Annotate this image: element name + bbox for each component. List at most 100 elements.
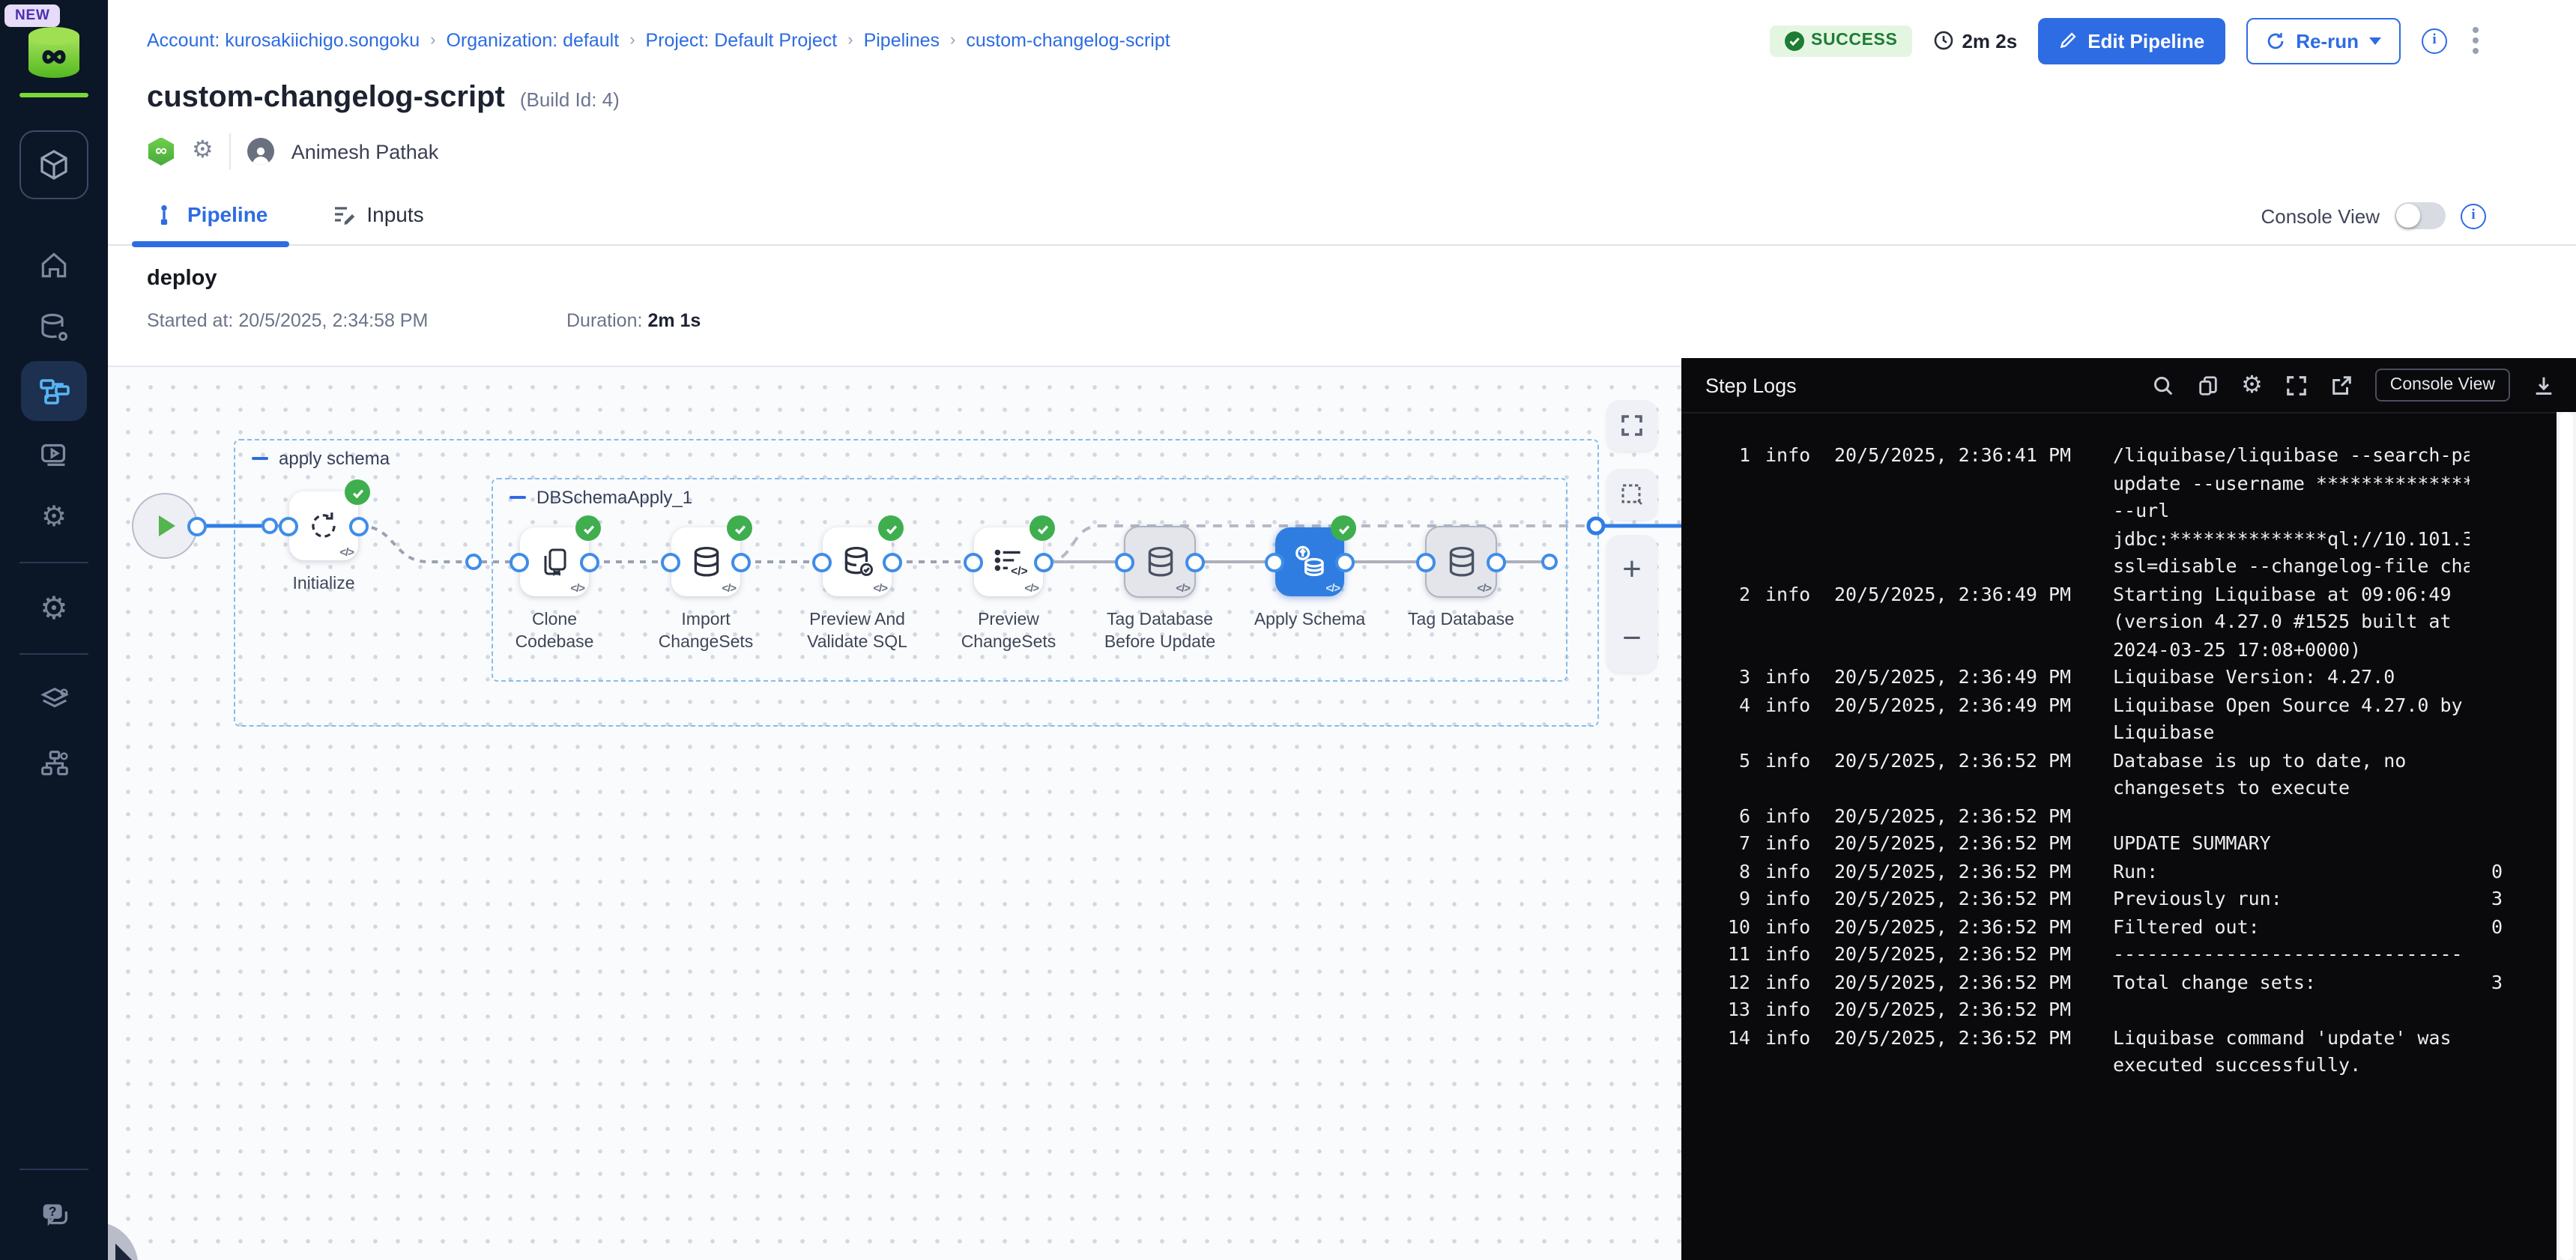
top-header: Account: kurosakiichigo.songoku › Organi… [108,0,2576,81]
play-icon [159,515,175,536]
connector-dot [883,553,902,572]
help-chat-icon[interactable]: ? [21,1185,87,1245]
search-icon[interactable] [2151,374,2174,396]
success-check-icon [575,515,601,541]
project-settings-gear-icon[interactable]: ⚙ [21,578,87,638]
log-line: 4info20/5/2025, 2:36:49 PMLiquibase Open… [1681,691,2557,747]
stage-info-bar: deploy Started at: 20/5/2025, 2:34:58 PM… [108,246,2576,366]
logs-scrollbar[interactable] [2557,412,2576,1260]
fullscreen-icon[interactable] [2285,374,2308,396]
log-line: 5info20/5/2025, 2:36:52 PMDatabase is up… [1681,747,2557,802]
pipeline-tab-icon [153,203,175,225]
marquee-select-button[interactable] [1606,469,1657,520]
log-line: 2info20/5/2025, 2:36:49 PMStarting Liqui… [1681,581,2557,664]
chevron-right-icon: › [847,31,853,49]
log-line: 14info20/5/2025, 2:36:52 PMLiquibase com… [1681,1024,2557,1079]
info-icon[interactable]: i [2422,28,2447,53]
connector-dot [1034,553,1053,572]
initialize-icon [304,506,343,545]
new-badge: NEW [4,4,61,27]
external-link-icon[interactable] [2330,374,2353,396]
canvas-corner-handle[interactable] [108,1221,147,1260]
duration-label: Duration: [566,310,642,331]
connector-dot [187,517,207,536]
refresh-icon [2266,31,2285,50]
breadcrumb-pipeline-name[interactable]: custom-changelog-script [966,30,1170,51]
chevron-down-icon [2369,37,2381,44]
connector-dot [1115,553,1134,572]
rerun-button[interactable]: Re-run [2246,17,2401,64]
pipeline-title-section: custom-changelog-script (Build Id: 4) ∞ … [108,81,2576,169]
log-line: 7info20/5/2025, 2:36:52 PMUPDATE SUMMARY [1681,830,2557,858]
log-line: 12info20/5/2025, 2:36:52 PMTotal change … [1681,969,2557,996]
log-line: 13info20/5/2025, 2:36:52 PM [1681,996,2557,1024]
connector-dot [731,553,751,572]
chevron-right-icon: › [430,31,435,49]
inputs-tab-icon [330,202,354,226]
pipeline-start-node[interactable] [132,493,198,559]
layers-settings-icon[interactable] [21,670,87,730]
pipeline-graph-canvas[interactable]: apply schema DBSchemaApply_1 [108,366,1681,1260]
step-node-tag-database-before-update[interactable]: </> [1124,526,1196,598]
zoom-out-button[interactable]: − [1622,622,1642,655]
more-options-menu[interactable] [2468,22,2483,58]
infrastructure-settings-icon[interactable] [21,733,87,793]
gear-icon[interactable]: ⚙ [192,139,214,163]
step-label: Tag Database [1389,610,1533,632]
database-settings-icon[interactable] [21,298,87,358]
download-icon[interactable] [2533,374,2555,396]
success-check-icon [727,515,752,541]
gear-icon[interactable]: ⚙ [2241,370,2263,400]
step-logs-body[interactable]: 1info20/5/2025, 2:36:41 PM/liquibase/liq… [1681,414,2576,1260]
clone-codebase-icon [536,544,572,580]
home-icon[interactable] [21,235,87,295]
log-line: 11info20/5/2025, 2:36:52 PM-------------… [1681,941,2557,969]
breadcrumb-pipelines[interactable]: Pipelines [864,30,940,51]
log-line: 3info20/5/2025, 2:36:49 PMLiquibase Vers… [1681,664,2557,691]
console-view-button[interactable]: Console View [2375,369,2510,402]
pipelines-nav-icon[interactable] [21,361,87,421]
module-cube-icon[interactable] [19,130,88,199]
zoom-in-button[interactable]: + [1622,553,1642,586]
breadcrumb-project[interactable]: Project: Default Project [646,30,838,51]
step-node-clone-codebase[interactable]: </> [520,527,589,596]
step-node-import-changesets[interactable]: </> [671,527,740,596]
step-label: Apply Schema [1238,610,1382,632]
connector-dot [510,553,529,572]
connector-dot [1185,553,1205,572]
app-window: NEW [0,0,2576,1260]
breadcrumb-organization[interactable]: Organization: default [446,30,619,51]
database-icon [1442,543,1480,581]
chevron-right-icon: › [629,31,635,49]
connector-dot [812,553,832,572]
connector-dot [1416,553,1436,572]
step-logs-title: Step Logs [1705,374,1797,396]
harness-db-devops-logo[interactable] [22,25,85,79]
tab-pipeline[interactable]: Pipeline [147,202,273,244]
step-node-initialize[interactable]: </> [289,491,358,560]
started-at-label: Started at: [147,310,233,331]
step-label: Clone Codebase [483,610,626,655]
edit-pipeline-button[interactable]: Edit Pipeline [2038,17,2225,64]
console-view-toggle[interactable] [2395,202,2446,229]
info-icon[interactable]: i [2461,203,2486,228]
connector-dot [580,553,599,572]
sidebar-divider-green [19,93,88,97]
breadcrumb-account[interactable]: Account: kurosakiichigo.songoku [147,30,420,51]
settings-gear-icon[interactable]: ⚙ [21,487,87,547]
copy-icon[interactable] [2196,374,2219,396]
step-label: Initialize [252,574,396,596]
executions-icon[interactable] [21,424,87,484]
database-icon [687,543,725,581]
step-node-preview-changesets[interactable]: </> </> [974,527,1043,596]
clock-icon [1933,30,1954,51]
step-node-tag-database[interactable]: </> [1425,526,1497,598]
fullscreen-button[interactable] [1606,400,1657,451]
changeset-list-icon: </> [990,543,1027,581]
triggered-by-user: Animesh Pathak [291,140,439,163]
connector-dot [964,553,983,572]
step-node-apply-schema[interactable]: </> [1275,527,1344,596]
step-node-preview-validate-sql[interactable]: </> [823,527,892,596]
page-title: custom-changelog-script [147,81,505,115]
tab-inputs[interactable]: Inputs [324,202,429,244]
